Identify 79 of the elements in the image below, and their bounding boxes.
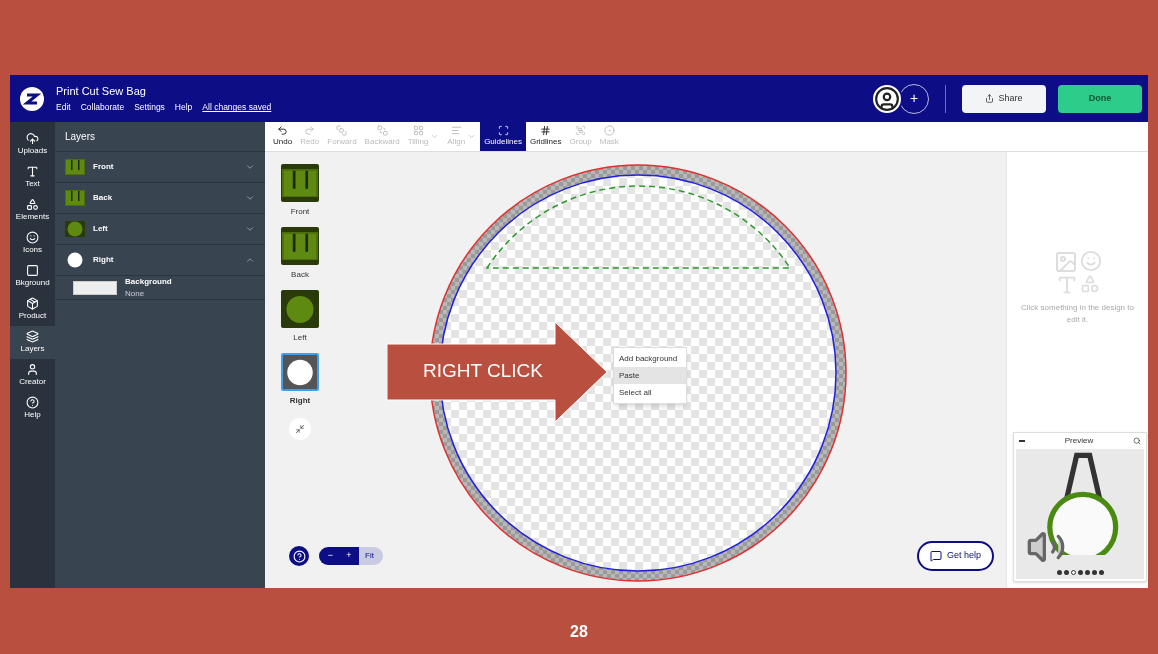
layer-thumbnail <box>65 221 85 237</box>
zoom-out-button[interactable]: − <box>319 547 339 565</box>
toolbar-icon <box>450 125 462 136</box>
rail-item[interactable]: Creator <box>10 359 55 392</box>
done-button[interactable]: Done <box>1058 84 1142 113</box>
chevron-up-icon <box>245 255 255 265</box>
toolbar-icon <box>412 125 424 136</box>
layer-row[interactable]: Left <box>55 214 265 244</box>
rail-icon <box>26 198 39 211</box>
empty-state-drawing <box>1053 250 1102 296</box>
rail-icon <box>26 231 39 244</box>
rail-item[interactable]: Elements <box>10 194 55 227</box>
layer-row[interactable]: Back <box>55 183 265 213</box>
share-button[interactable]: Share <box>962 84 1046 113</box>
side-image <box>282 168 318 198</box>
layer-thumbnail <box>65 190 85 206</box>
callout-text: RIGHT CLICK <box>423 361 543 380</box>
layer-row[interactable]: Right <box>55 245 265 275</box>
menu-item[interactable]: Settings <box>134 101 165 115</box>
chevron-down-icon <box>245 224 255 234</box>
layer-thumbnail <box>65 159 85 175</box>
toolbar-icon <box>336 125 348 136</box>
rail-item[interactable]: Icons <box>10 227 55 260</box>
shrink-icon <box>295 424 305 434</box>
menu-item[interactable]: Help <box>174 101 193 115</box>
help-button[interactable] <box>289 546 309 566</box>
zoom-in-button[interactable]: + <box>339 547 359 565</box>
page-number: 28 <box>570 622 588 642</box>
empty-state-hint: Click something in the design to edit it. <box>1020 302 1135 326</box>
toolbar-icon <box>497 125 509 136</box>
rail-item[interactable]: Help <box>10 392 55 425</box>
rail-item[interactable]: Product <box>10 293 55 326</box>
preview-title: Preview <box>1064 435 1094 447</box>
toolbar-button[interactable]: Guidelines <box>480 122 526 151</box>
menu-option[interactable]: Select all <box>614 384 686 401</box>
chat-icon <box>930 550 942 562</box>
logo-icon <box>20 86 44 111</box>
menu-item[interactable]: Collaborate <box>80 101 125 115</box>
sublayer-name[interactable]: Background <box>125 275 172 288</box>
search-icon[interactable] <box>1133 437 1141 445</box>
document-title: Print Cut Sew Bag <box>56 83 147 99</box>
rail-item[interactable]: Layers <box>10 326 55 359</box>
save-status-link[interactable]: All changes saved <box>202 101 272 115</box>
rail-item[interactable]: Bkground <box>10 260 55 293</box>
help-icon <box>292 549 306 563</box>
toolbar-icon <box>540 125 552 136</box>
rail-icon <box>26 363 39 376</box>
side-image <box>282 231 318 261</box>
toolbar-icon <box>376 125 388 136</box>
caret-icon <box>467 132 477 141</box>
get-help-button[interactable]: Get help <box>917 541 994 571</box>
rail-item[interactable]: Uploads <box>10 128 55 161</box>
background-swatch <box>73 280 117 295</box>
chevron-down-icon <box>245 193 255 203</box>
share-icon <box>985 94 995 103</box>
layer-thumbnail <box>65 252 85 268</box>
toolbar-button[interactable]: Gridlines <box>525 122 566 151</box>
rail-item[interactable]: Text <box>10 161 55 194</box>
caret-icon <box>430 132 440 141</box>
rail-icon <box>26 396 39 409</box>
toolbar-icon <box>277 125 289 136</box>
toolbar-icon <box>575 125 587 136</box>
rail-icon <box>26 330 39 343</box>
rail-icon <box>26 165 39 178</box>
chevron-down-icon <box>245 162 255 172</box>
fit-button[interactable]: Fit <box>359 547 383 565</box>
sublayer-detail: None <box>125 287 146 300</box>
user-icon <box>874 85 900 112</box>
layer-row[interactable]: Front <box>55 152 265 182</box>
rail-icon <box>26 132 39 145</box>
menu-item[interactable]: Edit <box>56 101 71 115</box>
rail-icon <box>26 297 39 310</box>
toolbar-button[interactable]: Undo <box>269 122 297 151</box>
toolbar-icon <box>603 125 615 136</box>
menu-option[interactable]: Paste <box>614 367 686 384</box>
rail-icon <box>26 264 39 277</box>
menu-option[interactable]: Add background <box>614 350 686 367</box>
toolbar-icon <box>304 125 316 136</box>
resize-button[interactable] <box>289 418 311 440</box>
